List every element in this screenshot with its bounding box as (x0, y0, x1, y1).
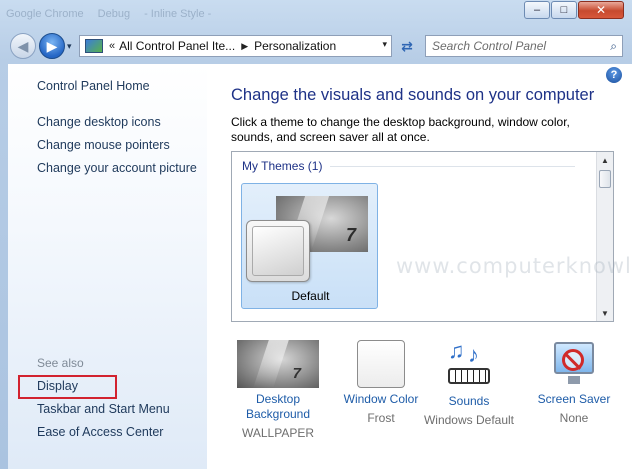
group-divider (330, 166, 575, 167)
background-taskbar-ghost: Google Chrome Debug - Inline Style - (6, 4, 516, 24)
theme-item-default[interactable]: 7 Default (241, 183, 378, 309)
music-note-icon: ♪ (468, 342, 479, 367)
back-button[interactable]: ◀ (10, 33, 36, 59)
change-desktop-icons-link[interactable]: Change desktop icons (37, 115, 161, 129)
screen-saver-setting[interactable]: Screen Saver None (526, 340, 622, 426)
setting-title[interactable]: Desktop Background (232, 392, 324, 422)
navigation-bar: ◀ ▶ ▾ « All Control Panel Ite... ▶ Perso… (0, 28, 632, 64)
window-swatch-inner (252, 226, 304, 276)
scroll-down-icon[interactable]: ▼ (597, 305, 613, 321)
search-icon[interactable]: ⌕ (610, 39, 617, 54)
setting-title[interactable]: Sounds (419, 394, 519, 409)
change-account-picture-link[interactable]: Change your account picture (37, 161, 197, 175)
window-color-icon (357, 340, 405, 388)
main-pane: ? Change the visuals and sounds on your … (207, 64, 632, 469)
setting-value: None (559, 411, 589, 425)
see-also-heading: See also (37, 356, 84, 370)
desktop-background-setting[interactable]: 7 Desktop Background WALLPAPER (232, 340, 324, 441)
display-link[interactable]: Display (37, 379, 78, 393)
help-button[interactable]: ? (606, 67, 622, 83)
scroll-thumb[interactable] (599, 170, 611, 188)
recent-pages-dropdown-icon[interactable]: ▾ (67, 41, 72, 52)
sounds-setting[interactable]: ♫ ♪ Sounds Windows Default (419, 338, 519, 428)
page-title: Change the visuals and sounds on your co… (231, 86, 595, 104)
breadcrumb-overflow-icon[interactable]: « (109, 40, 115, 52)
keyboard-icon (448, 368, 490, 384)
maximize-icon: □ (560, 3, 568, 16)
breadcrumb-separator-icon[interactable]: ▶ (241, 41, 248, 52)
task-pane: Control Panel Home Change desktop icons … (8, 64, 207, 469)
theme-name: Default (291, 289, 330, 303)
screen-saver-icon (550, 340, 598, 388)
setting-title[interactable]: Window Color (335, 392, 427, 407)
setting-value: WALLPAPER (241, 426, 315, 440)
breadcrumb-all-control-panel-items[interactable]: All Control Panel Ite... (119, 39, 235, 53)
ease-of-access-link[interactable]: Ease of Access Center (37, 425, 163, 439)
refresh-button[interactable]: ⇄ (396, 35, 418, 57)
forward-button[interactable]: ▶ (39, 33, 65, 59)
close-icon: ✕ (595, 3, 607, 17)
no-symbol-icon (562, 349, 584, 371)
page-description: Click a theme to change the desktop back… (231, 115, 570, 144)
themes-scrollbar[interactable]: ▲ ▼ (596, 152, 613, 321)
sounds-icon: ♫ ♪ (444, 338, 494, 390)
search-input[interactable] (432, 39, 602, 53)
ghost-tab: Debug (97, 8, 131, 20)
music-note-icon: ♫ (448, 338, 465, 363)
themes-list: My Themes (1) 7 Default ▲ ▼ (231, 151, 614, 322)
taskbar-start-menu-link[interactable]: Taskbar and Start Menu (37, 402, 170, 416)
control-panel-icon (85, 39, 103, 53)
setting-value: Windows Default (423, 413, 515, 427)
window-frame: Google Chrome Debug - Inline Style - – □… (0, 0, 632, 469)
ghost-tab: Google Chrome (6, 8, 84, 20)
title-bar: Google Chrome Debug - Inline Style - – □… (0, 0, 632, 28)
address-dropdown-icon[interactable]: ▾ (382, 39, 387, 50)
monitor-stand (568, 376, 580, 384)
windows-7-logo: 7 (292, 365, 301, 382)
minimize-icon: – (533, 3, 541, 16)
minimize-button[interactable]: – (524, 1, 550, 19)
maximize-button[interactable]: □ (551, 1, 577, 19)
windows-7-logo: 7 (345, 225, 356, 245)
setting-title[interactable]: Screen Saver (526, 392, 622, 407)
scroll-up-icon[interactable]: ▲ (597, 152, 613, 168)
address-bar[interactable]: « All Control Panel Ite... ▶ Personaliza… (79, 35, 392, 57)
window-color-setting[interactable]: Window Color Frost (335, 340, 427, 426)
content-area: Control Panel Home Change desktop icons … (8, 64, 632, 469)
control-panel-home-link[interactable]: Control Panel Home (37, 79, 150, 93)
ghost-tab: - Inline Style - (144, 8, 212, 20)
back-arrow-icon: ◀ (17, 37, 29, 54)
search-box[interactable]: ⌕ (425, 35, 623, 57)
setting-value: Frost (367, 411, 395, 425)
refresh-icon: ⇄ (401, 37, 413, 54)
close-button[interactable]: ✕ (578, 1, 624, 19)
light-streak (253, 340, 289, 388)
breadcrumb-personalization[interactable]: Personalization (254, 39, 336, 53)
my-themes-group-label[interactable]: My Themes (1) (242, 159, 322, 173)
theme-window-color-swatch (246, 220, 310, 282)
watermark-text: www.computerknowledge.net (396, 254, 632, 278)
help-icon: ? (610, 69, 618, 81)
change-mouse-pointers-link[interactable]: Change mouse pointers (37, 138, 170, 152)
forward-arrow-icon: ▶ (46, 37, 58, 54)
wallpaper-icon: 7 (237, 340, 319, 388)
